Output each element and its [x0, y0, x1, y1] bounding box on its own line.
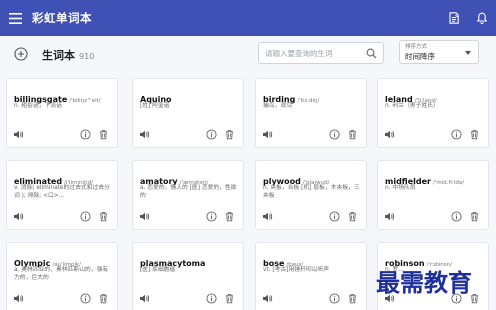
card-definition: v. 消除( eliminate的过去式和过去分词 ); 排除; <口>... — [14, 185, 110, 199]
card-actions — [139, 129, 237, 141]
add-word-button[interactable] — [14, 47, 28, 61]
info-icon[interactable] — [206, 293, 217, 304]
card-definition: 捕鸟，观鸟 — [263, 103, 292, 109]
word-card[interactable]: Aquino [姓] 阿奎诺 — [132, 78, 244, 148]
info-icon[interactable] — [80, 293, 91, 304]
info-icon[interactable] — [80, 211, 91, 222]
word-card[interactable]: plywood/'plaiwud/n. 夹板，合板 [机] 层板，木夹板，三夹板 — [255, 160, 367, 230]
trash-icon[interactable] — [347, 293, 358, 304]
info-icon[interactable] — [329, 129, 340, 140]
card-actions — [384, 129, 482, 141]
bell-icon — [476, 12, 488, 24]
speaker-icon[interactable] — [262, 211, 273, 222]
word-card[interactable]: eliminated/i'liminitid/v. 消除( eliminate的… — [6, 160, 118, 230]
trash-icon[interactable] — [224, 211, 235, 222]
speaker-icon[interactable] — [384, 129, 395, 140]
word-card[interactable]: midfielder/'mid.fi:ldə/n. 中场队员 — [377, 160, 489, 230]
menu-button[interactable] — [0, 0, 30, 36]
speaker-icon[interactable] — [139, 211, 150, 222]
card-actions — [13, 293, 111, 305]
card-definition: n. 利兰（男子姓氏） — [385, 103, 439, 109]
card-actions — [139, 293, 237, 305]
info-icon[interactable] — [206, 129, 217, 140]
card-actions — [384, 211, 482, 223]
trash-icon[interactable] — [469, 129, 480, 140]
export-button[interactable] — [440, 0, 468, 36]
word-card[interactable]: plasmacytoma [医] 浆细胞瘤 — [132, 242, 244, 310]
card-actions — [262, 293, 360, 305]
speaker-icon[interactable] — [13, 293, 24, 304]
app-bar: 彩虹单词本 — [0, 0, 496, 36]
card-definition: n. 中场队员 — [385, 185, 416, 191]
card-actions — [13, 129, 111, 141]
card-definition: n. 粗俗话，下流话 — [14, 103, 62, 109]
info-icon[interactable] — [80, 129, 91, 140]
card-definition: [医] 浆细胞瘤 — [140, 267, 176, 273]
export-document-icon — [449, 12, 459, 24]
info-icon[interactable] — [206, 211, 217, 222]
word-card[interactable]: billingsgate/'biliŋz^eit/n. 粗俗话，下流话 — [6, 78, 118, 148]
speaker-icon[interactable] — [13, 129, 24, 140]
search-box — [258, 42, 384, 64]
trash-icon[interactable] — [98, 129, 109, 140]
trash-icon[interactable] — [224, 129, 235, 140]
info-icon[interactable] — [329, 211, 340, 222]
search-icon[interactable] — [366, 48, 377, 59]
card-definition: vt. [考古]用锤杆叩以听声 — [263, 267, 330, 273]
word-card[interactable]: Olympic/əu'limpik/a. 奥林匹亚的，奥林匹斯山的，强有力的，巨… — [6, 242, 118, 310]
search-input[interactable] — [265, 48, 363, 58]
trash-icon[interactable] — [347, 211, 358, 222]
speaker-icon[interactable] — [262, 293, 273, 304]
info-icon[interactable] — [451, 129, 462, 140]
word-card[interactable]: birding/'bɜ:diŋ/捕鸟，观鸟 — [255, 78, 367, 148]
card-actions — [262, 129, 360, 141]
speaker-icon[interactable] — [139, 293, 150, 304]
trash-icon[interactable] — [98, 293, 109, 304]
speaker-icon[interactable] — [384, 211, 395, 222]
trash-icon[interactable] — [224, 293, 235, 304]
word-card[interactable]: bose/bəus/vt. [考古]用锤杆叩以听声 — [255, 242, 367, 310]
info-icon[interactable] — [451, 211, 462, 222]
card-definition: a. 恋爱的，情人的 [医] 恋爱的，性欲的 — [140, 185, 237, 199]
watermark-text: 最需教育 — [376, 268, 472, 297]
vocab-title-text: 生词本 — [42, 49, 75, 62]
card-definition: [姓] 阿奎诺 — [140, 103, 170, 109]
card-actions — [262, 211, 360, 223]
info-icon[interactable] — [329, 293, 340, 304]
card-definition: n. 夹板，合板 [机] 层板，木夹板，三夹板 — [263, 185, 360, 199]
card-definition: a. 奥林匹亚的，奥林匹斯山的，强有力的，巨大的 — [14, 267, 109, 281]
app-title: 彩虹单词本 — [32, 11, 92, 25]
sort-label: 排序方式 — [405, 44, 428, 50]
trash-icon[interactable] — [469, 211, 480, 222]
plus-circle-icon — [14, 47, 28, 61]
menu-icon — [8, 12, 22, 24]
speaker-icon[interactable] — [139, 129, 150, 140]
trash-icon[interactable] — [98, 211, 109, 222]
speaker-icon[interactable] — [13, 211, 24, 222]
vocab-count: 910 — [79, 52, 95, 61]
word-card[interactable]: leland/'li:land/n. 利兰（男子姓氏） — [377, 78, 489, 148]
vocab-title: 生词本 910 — [42, 47, 94, 63]
notifications-button[interactable] — [468, 0, 496, 36]
card-actions — [13, 211, 111, 223]
sort-select[interactable]: 排序方式 时间降序 — [399, 40, 479, 64]
card-actions — [139, 211, 237, 223]
sort-value: 时间降序 — [405, 52, 435, 61]
speaker-icon[interactable] — [262, 129, 273, 140]
word-card[interactable]: amatory/'æmətəri/a. 恋爱的，情人的 [医] 恋爱的，性欲的 — [132, 160, 244, 230]
trash-icon[interactable] — [347, 129, 358, 140]
chevron-down-icon — [465, 51, 471, 55]
